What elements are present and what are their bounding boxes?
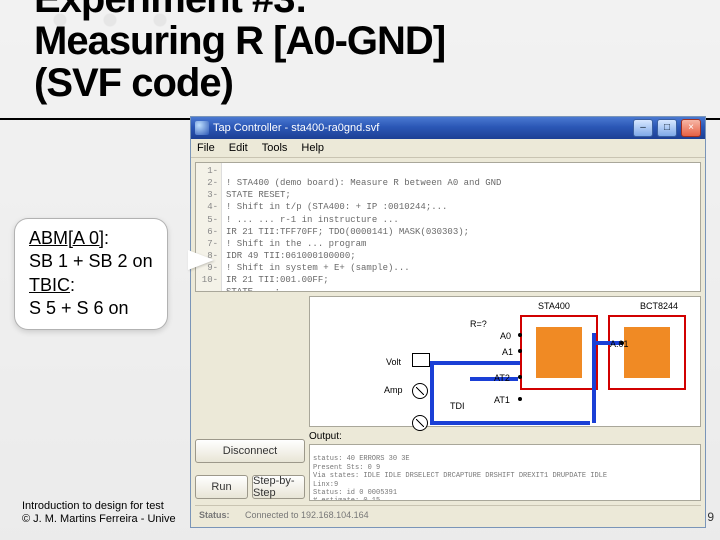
label-a1: A1 — [502, 347, 513, 357]
menubar: File Edit Tools Help — [191, 139, 705, 158]
label-a0: A0 — [500, 331, 511, 341]
pin — [518, 333, 522, 337]
code-editor[interactable]: 1- 2- 3- 4- 5- 6- 7- 8- 9- 10- ! STA400 … — [195, 162, 701, 292]
footer-line-1: Introduction to design for test — [22, 500, 176, 513]
chip-label-bct8244: BCT8244 — [640, 301, 678, 311]
status-text: Connected to 192.168.104.164 — [245, 510, 369, 520]
status-label: Status: — [199, 510, 239, 520]
callout-abm-value: SB 1 + SB 2 on — [29, 250, 153, 273]
title-line-2: Measuring R [A0-GND] — [34, 20, 690, 62]
label-r: R=? — [470, 319, 487, 329]
callout-tail — [188, 250, 214, 270]
schematic-view[interactable]: STA400 BCT8244 R=? A0 A1 — [309, 296, 701, 427]
source-icon — [412, 415, 428, 431]
app-icon — [195, 121, 209, 135]
titlebar[interactable]: Tap Controller - sta400-ra0gnd.svf – □ × — [191, 117, 705, 139]
output-label: Output: — [309, 431, 701, 444]
close-button[interactable]: × — [681, 119, 701, 137]
disconnect-button[interactable]: Disconnect — [195, 439, 305, 463]
voltmeter-icon — [412, 353, 430, 367]
callout-tbic-value: S 5 + S 6 on — [29, 297, 153, 320]
chip-sta400 — [520, 315, 598, 390]
window-title: Tap Controller - sta400-ra0gnd.svf — [213, 122, 629, 134]
menu-help[interactable]: Help — [301, 142, 324, 154]
label-tdi: TDI — [450, 401, 465, 411]
run-button[interactable]: Run — [195, 475, 248, 499]
title-line-3: (SVF code) — [34, 62, 690, 104]
callout-tbic-label: TBIC — [29, 275, 70, 295]
trace — [430, 361, 520, 365]
callout-abm-label: ABM[A 0] — [29, 228, 104, 248]
slide-footer: Introduction to design for test © J. M. … — [22, 500, 176, 526]
page-number: 9 — [707, 510, 714, 524]
pin — [518, 375, 522, 379]
label-amp: Amp — [384, 385, 403, 395]
trace — [592, 333, 596, 423]
footer-line-2: © J. M. Martins Ferreira - Unive — [22, 513, 176, 526]
trace — [430, 361, 434, 421]
minimize-button[interactable]: – — [633, 119, 653, 137]
app-window: Tap Controller - sta400-ra0gnd.svf – □ ×… — [190, 116, 706, 528]
chip-bct8244 — [608, 315, 686, 390]
menu-file[interactable]: File — [197, 142, 215, 154]
maximize-button[interactable]: □ — [657, 119, 677, 137]
menu-tools[interactable]: Tools — [262, 142, 288, 154]
step-button[interactable]: Step-by-Step — [252, 475, 305, 499]
label-volt: Volt — [386, 357, 401, 367]
label-at2: AT2 — [494, 373, 510, 383]
trace — [430, 421, 590, 425]
line-number-gutter: 1- 2- 3- 4- 5- 6- 7- 8- 9- 10- — [196, 163, 222, 292]
code-text[interactable]: ! STA400 (demo board): Measure R between… — [222, 163, 700, 292]
statusbar: Status: Connected to 192.168.104.164 — [195, 505, 701, 523]
output-panel: Output: status: 40 ERRORS 30 3E Present … — [309, 431, 701, 501]
left-button-column: Disconnect Run Step-by-Step — [195, 296, 305, 501]
menu-edit[interactable]: Edit — [229, 142, 248, 154]
ammeter-icon — [412, 383, 428, 399]
callout-bubble: ABM[A 0]: SB 1 + SB 2 on TBIC: S 5 + S 6… — [14, 218, 168, 330]
label-a01: A.01 — [610, 339, 629, 349]
chip-label-sta400: STA400 — [538, 301, 570, 311]
pin — [518, 397, 522, 401]
output-text[interactable]: status: 40 ERRORS 30 3E Present Sts: 0 9… — [309, 444, 701, 501]
title-line-1: Experiment #3: — [34, 0, 690, 20]
pin — [518, 349, 522, 353]
label-at1: AT1 — [494, 395, 510, 405]
slide-title: Experiment #3: Measuring R [A0-GND] (SVF… — [34, 0, 690, 104]
